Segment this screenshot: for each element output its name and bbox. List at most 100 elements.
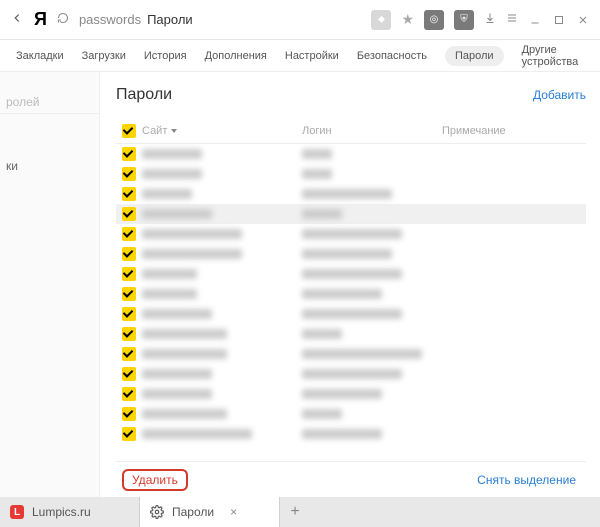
login-cell bbox=[302, 269, 402, 279]
row-checkbox[interactable] bbox=[122, 187, 136, 201]
row-checkbox[interactable] bbox=[122, 267, 136, 281]
address-title: Пароли bbox=[147, 12, 193, 27]
window-close[interactable] bbox=[576, 14, 590, 26]
table-row[interactable] bbox=[116, 164, 586, 184]
login-cell bbox=[302, 369, 402, 379]
gear-icon bbox=[150, 505, 164, 519]
window-maximize[interactable] bbox=[552, 14, 566, 26]
sidebar-item[interactable]: ки bbox=[0, 154, 99, 178]
table-row[interactable] bbox=[116, 244, 586, 264]
site-cell bbox=[142, 209, 212, 219]
sort-caret-icon bbox=[171, 129, 177, 133]
browser-tab-passwords[interactable]: Пароли × bbox=[140, 497, 280, 527]
row-checkbox[interactable] bbox=[122, 327, 136, 341]
toolbar-right: ⬥ ★ ◎ ⛨ bbox=[371, 10, 590, 30]
sidebar: ролей ки bbox=[0, 72, 100, 497]
row-checkbox[interactable] bbox=[122, 307, 136, 321]
row-checkbox[interactable] bbox=[122, 407, 136, 421]
table-row[interactable] bbox=[116, 204, 586, 224]
table-row[interactable] bbox=[116, 384, 586, 404]
table-row[interactable] bbox=[116, 304, 586, 324]
page-title: Пароли bbox=[116, 86, 172, 104]
row-checkbox[interactable] bbox=[122, 147, 136, 161]
table-row[interactable] bbox=[116, 364, 586, 384]
site-cell bbox=[142, 149, 202, 159]
address-bar[interactable]: passwords Пароли bbox=[79, 12, 362, 27]
login-cell bbox=[302, 209, 342, 219]
passwords-table: Сайт Логин Примечание bbox=[116, 118, 586, 461]
login-cell bbox=[302, 309, 402, 319]
table-header: Сайт Логин Примечание bbox=[116, 118, 586, 144]
table-row[interactable] bbox=[116, 324, 586, 344]
extension-icon-3[interactable]: ⛨ bbox=[454, 10, 474, 30]
window-minimize[interactable] bbox=[528, 14, 542, 26]
login-cell bbox=[302, 349, 422, 359]
row-checkbox[interactable] bbox=[122, 287, 136, 301]
main-layout: ролей ки Пароли Добавить Сайт Логин Прим… bbox=[0, 72, 600, 497]
column-site[interactable]: Сайт bbox=[142, 125, 302, 137]
row-checkbox[interactable] bbox=[122, 347, 136, 361]
row-checkbox[interactable] bbox=[122, 207, 136, 221]
table-row[interactable] bbox=[116, 144, 586, 164]
bookmark-star-icon[interactable]: ★ bbox=[401, 11, 414, 28]
favicon-lumpics: L bbox=[10, 505, 24, 519]
table-row[interactable] bbox=[116, 264, 586, 284]
tab-settings[interactable]: Настройки bbox=[285, 50, 339, 62]
extension-icon-2[interactable]: ◎ bbox=[424, 10, 444, 30]
browser-tab-label: Пароли bbox=[172, 505, 214, 519]
table-row[interactable] bbox=[116, 404, 586, 424]
row-checkbox[interactable] bbox=[122, 367, 136, 381]
tab-other-devices[interactable]: Другие устройства bbox=[522, 44, 584, 68]
table-row[interactable] bbox=[116, 344, 586, 364]
table-row[interactable] bbox=[116, 184, 586, 204]
tab-addons[interactable]: Дополнения bbox=[205, 50, 267, 62]
site-cell bbox=[142, 269, 197, 279]
table-footer: Удалить Снять выделение bbox=[116, 461, 586, 497]
login-cell bbox=[302, 409, 342, 419]
close-tab-icon[interactable]: × bbox=[230, 505, 237, 519]
site-cell bbox=[142, 249, 242, 259]
yandex-logo[interactable]: Я bbox=[34, 9, 47, 30]
login-cell bbox=[302, 189, 392, 199]
tab-bookmarks[interactable]: Закладки bbox=[16, 50, 64, 62]
column-note[interactable]: Примечание bbox=[442, 125, 586, 137]
row-checkbox[interactable] bbox=[122, 227, 136, 241]
row-checkbox[interactable] bbox=[122, 427, 136, 441]
login-cell bbox=[302, 149, 332, 159]
table-row[interactable] bbox=[116, 224, 586, 244]
table-row[interactable] bbox=[116, 284, 586, 304]
row-checkbox[interactable] bbox=[122, 387, 136, 401]
tab-passwords[interactable]: Пароли bbox=[445, 46, 504, 66]
row-checkbox[interactable] bbox=[122, 167, 136, 181]
add-button[interactable]: Добавить bbox=[533, 88, 586, 102]
table-row[interactable] bbox=[116, 424, 586, 444]
extension-icon-1[interactable]: ⬥ bbox=[371, 10, 391, 30]
menu-icon[interactable] bbox=[506, 12, 518, 27]
address-path: passwords bbox=[79, 12, 141, 27]
site-cell bbox=[142, 169, 202, 179]
deselect-button[interactable]: Снять выделение bbox=[477, 473, 576, 487]
column-site-label: Сайт bbox=[142, 125, 167, 137]
settings-tabs: Закладки Загрузки История Дополнения Нас… bbox=[0, 40, 600, 72]
sidebar-search[interactable]: ролей bbox=[0, 90, 99, 114]
tab-downloads[interactable]: Загрузки bbox=[82, 50, 126, 62]
site-cell bbox=[142, 189, 192, 199]
tab-security[interactable]: Безопасность bbox=[357, 50, 427, 62]
site-cell bbox=[142, 349, 227, 359]
browser-tab-lumpics[interactable]: L Lumpics.ru bbox=[0, 497, 140, 527]
tab-history[interactable]: История bbox=[144, 50, 187, 62]
delete-button[interactable]: Удалить bbox=[122, 469, 188, 491]
login-cell bbox=[302, 229, 402, 239]
login-cell bbox=[302, 249, 392, 259]
column-login[interactable]: Логин bbox=[302, 125, 442, 137]
download-icon[interactable] bbox=[484, 12, 496, 27]
browser-toolbar: Я passwords Пароли ⬥ ★ ◎ ⛨ bbox=[0, 0, 600, 40]
select-all-checkbox[interactable] bbox=[122, 124, 136, 138]
login-cell bbox=[302, 429, 382, 439]
site-cell bbox=[142, 329, 227, 339]
row-checkbox[interactable] bbox=[122, 247, 136, 261]
content-header: Пароли Добавить bbox=[116, 86, 586, 104]
back-button[interactable] bbox=[10, 11, 24, 28]
new-tab-button[interactable]: + bbox=[280, 497, 310, 527]
reload-icon[interactable] bbox=[57, 12, 69, 27]
